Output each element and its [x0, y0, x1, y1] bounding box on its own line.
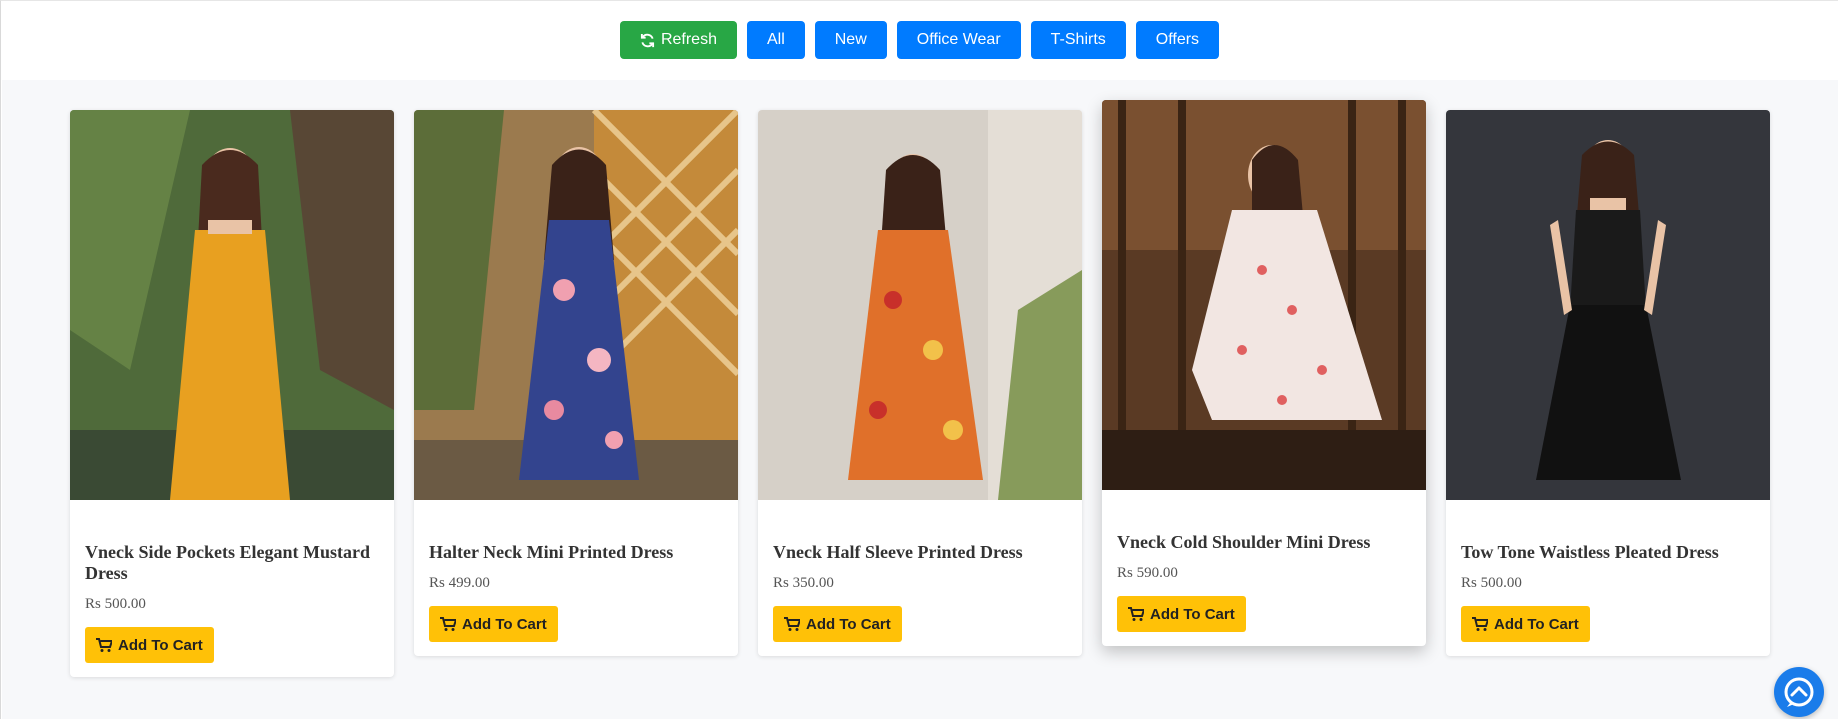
add-to-cart-label: Add To Cart — [462, 615, 547, 633]
product-image[interactable] — [414, 110, 738, 500]
product-title: Vneck Half Sleeve Printed Dress — [773, 542, 1023, 562]
filter-all-button[interactable]: All — [746, 21, 805, 59]
product-card[interactable]: Halter Neck Mini Printed Dress Rs 499.00… — [414, 110, 738, 656]
filter-office-wear-button[interactable]: Office Wear — [896, 21, 1021, 59]
filter-tshirts-button[interactable]: T-Shirts — [1030, 21, 1126, 59]
product-card[interactable]: Vneck Side Pockets Elegant Mustard Dress… — [70, 110, 394, 677]
add-to-cart-label: Add To Cart — [806, 615, 891, 633]
filter-offers-button[interactable]: Offers — [1135, 21, 1220, 59]
product-card[interactable]: Vneck Cold Shoulder Mini Dress Rs 590.00… — [1102, 100, 1426, 646]
cart-icon — [1128, 607, 1144, 621]
product-price: Rs 500.00 — [1461, 575, 1522, 591]
cart-icon — [96, 638, 112, 652]
product-grid: Vneck Side Pockets Elegant Mustard Dress… — [70, 100, 1770, 677]
chat-icon — [1784, 677, 1814, 707]
product-image[interactable] — [70, 110, 394, 500]
product-price: Rs 350.00 — [773, 575, 834, 591]
chat-button[interactable] — [1774, 667, 1824, 717]
add-to-cart-label: Add To Cart — [1494, 615, 1579, 633]
add-to-cart-label: Add To Cart — [118, 636, 203, 654]
refresh-button[interactable]: Refresh — [619, 21, 737, 59]
product-price: Rs 590.00 — [1117, 565, 1178, 581]
cart-icon — [1472, 617, 1488, 631]
product-card[interactable]: Vneck Half Sleeve Printed Dress Rs 350.0… — [758, 110, 1082, 656]
add-to-cart-button[interactable]: Add To Cart — [85, 627, 214, 663]
add-to-cart-button[interactable]: Add To Cart — [1461, 606, 1590, 642]
product-price: Rs 500.00 — [85, 596, 146, 612]
refresh-icon — [640, 33, 654, 47]
product-image[interactable] — [1446, 110, 1770, 500]
add-to-cart-button[interactable]: Add To Cart — [429, 606, 558, 642]
product-title: Tow Tone Waistless Pleated Dress — [1461, 542, 1719, 562]
add-to-cart-label: Add To Cart — [1150, 605, 1235, 623]
product-image[interactable] — [758, 110, 1082, 500]
add-to-cart-button[interactable]: Add To Cart — [1117, 596, 1246, 632]
product-title: Halter Neck Mini Printed Dress — [429, 542, 674, 562]
filter-bar: Refresh All New Office Wear T-Shirts Off… — [1, 1, 1838, 79]
product-card[interactable]: Tow Tone Waistless Pleated Dress Rs 500.… — [1446, 110, 1770, 656]
products-area: Vneck Side Pockets Elegant Mustard Dress… — [2, 80, 1838, 719]
add-to-cart-button[interactable]: Add To Cart — [773, 606, 902, 642]
cart-icon — [784, 617, 800, 631]
filter-new-button[interactable]: New — [814, 21, 887, 59]
product-image[interactable] — [1102, 100, 1426, 490]
cart-icon — [440, 617, 456, 631]
refresh-label: Refresh — [660, 31, 717, 48]
product-title: Vneck Cold Shoulder Mini Dress — [1117, 532, 1371, 552]
product-price: Rs 499.00 — [429, 575, 490, 591]
product-title: Vneck Side Pockets Elegant Mustard Dress — [85, 542, 370, 583]
